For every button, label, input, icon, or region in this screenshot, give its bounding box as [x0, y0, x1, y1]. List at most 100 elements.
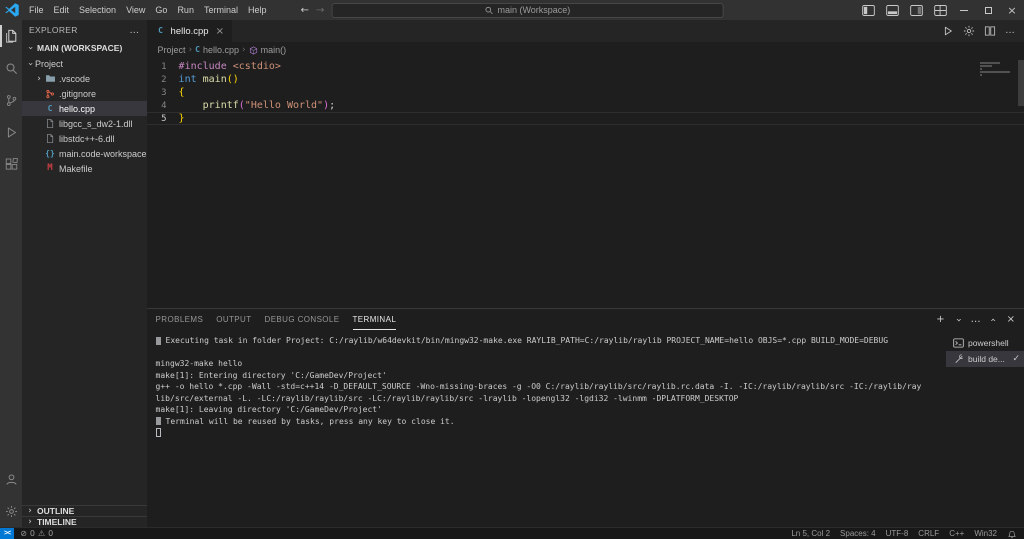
minimize-button[interactable]: [952, 0, 976, 20]
notifications-bell-icon[interactable]: [1007, 529, 1017, 539]
main-area: EXPLORER … › MAIN (WORKSPACE) › Project ›.…: [0, 20, 1024, 527]
file-main-code-workspace[interactable]: {} main.code-workspace: [22, 146, 146, 161]
minimap-line: [980, 74, 982, 76]
file-hello-cpp[interactable]: Chello.cpp: [22, 101, 147, 116]
code-line-4[interactable]: 4 printf("Hello World");: [147, 99, 1024, 112]
section-outline[interactable]: › OUTLINE: [22, 505, 147, 516]
panel-tab-problems[interactable]: PROBLEMS: [156, 309, 204, 330]
file-project[interactable]: › Project: [22, 56, 147, 71]
toggle-panel-icon[interactable]: [880, 0, 904, 20]
status-eol[interactable]: CRLF: [918, 529, 939, 538]
command-center-search[interactable]: main (Workspace): [331, 2, 724, 18]
tools-icon: [953, 354, 964, 364]
toggle-secondary-sidebar-icon[interactable]: [904, 0, 928, 20]
activity-run-and-debug[interactable]: [0, 116, 22, 148]
status-encoding[interactable]: UTF-8: [886, 529, 909, 538]
code-line-5[interactable]: 5}: [146, 112, 1024, 125]
terminal-text: make[1]: Entering directory 'C:/GameDev/…: [155, 370, 387, 380]
account-icon: [5, 473, 18, 486]
terminal-line-6: lib/src/external -L. -LC:/raylib/raylib/…: [156, 393, 946, 405]
menu-selection[interactable]: Selection: [74, 0, 121, 20]
activity-search[interactable]: [0, 52, 22, 84]
code-lines: 1 #include <cstdio> 2 int main() 3{4 printf(…: [146, 60, 1024, 125]
terminal-tab-build-de[interactable]: build de... ✓: [946, 351, 1024, 367]
menu-edit[interactable]: Edit: [49, 0, 75, 20]
activity-source-control[interactable]: [0, 84, 22, 116]
close-panel-icon[interactable]: ×: [1007, 314, 1015, 325]
file-libgcc-s-dw2-1-dll[interactable]: libgcc_s_dw2-1.dll: [22, 116, 147, 131]
menu-run[interactable]: Run: [172, 0, 199, 20]
file-label: .gitignore: [59, 88, 97, 99]
more-actions-icon[interactable]: …: [1005, 26, 1015, 36]
section-label: OUTLINE: [37, 506, 75, 516]
tab-close-icon[interactable]: ×: [216, 26, 224, 37]
breadcrumb-main[interactable]: main(): [249, 45, 286, 55]
new-terminal-icon[interactable]: +: [936, 314, 944, 325]
panel-tab-debug-console[interactable]: DEBUG CONSOLE: [265, 309, 340, 330]
menu-terminal[interactable]: Terminal: [199, 0, 243, 20]
maximize-panel-icon[interactable]: ›: [988, 315, 999, 325]
workspace-section-header[interactable]: › MAIN (WORKSPACE): [22, 40, 147, 56]
status-indentation[interactable]: Spaces: 4: [840, 529, 876, 538]
command-decoration-icon[interactable]: [155, 336, 161, 345]
terminal-tab-powershell[interactable]: powershell: [946, 335, 1024, 351]
panel-body: Executing task in folder Project: C:/ray…: [147, 330, 1024, 527]
problems-status[interactable]: ⊘ 0 ⚠ 0: [14, 529, 59, 538]
nav-forward-icon[interactable]: →: [316, 5, 324, 16]
maximize-button[interactable]: [976, 0, 1000, 20]
terminal-output[interactable]: Executing task in folder Project: C:/ray…: [147, 330, 946, 527]
menu-go[interactable]: Go: [150, 0, 172, 20]
customize-layout-icon[interactable]: [928, 0, 952, 20]
file-label: libstdc++-6.dll: [59, 133, 115, 144]
menu-bar: File Edit Selection View Go Run Terminal Help: [24, 0, 271, 20]
activity-explorer[interactable]: [0, 20, 22, 52]
vscode-window: File Edit Selection View Go Run Terminal Help ←…: [0, 0, 1024, 539]
editor-scrollbar[interactable]: [1018, 60, 1024, 106]
command-decoration-icon[interactable]: [155, 417, 161, 426]
code-line-3[interactable]: 3{: [147, 86, 1024, 99]
code-text: int main(): [178, 74, 239, 85]
close-window-button[interactable]: ×: [1000, 0, 1024, 20]
code-line-2[interactable]: 2 int main(): [147, 73, 1024, 86]
nav-back-icon[interactable]: ←: [301, 5, 309, 16]
split-editor-icon[interactable]: [984, 25, 996, 37]
activity-account[interactable]: [0, 463, 22, 495]
tab-hello-cpp[interactable]: C hello.cpp ×: [146, 20, 232, 42]
toggle-sidebar-icon[interactable]: [856, 0, 880, 20]
breadcrumb-project[interactable]: Project: [158, 45, 186, 55]
terminal-line-8: Terminal will be reused by tasks, press …: [155, 416, 946, 428]
minimap[interactable]: [980, 62, 1010, 77]
activity-extensions[interactable]: [0, 148, 22, 180]
code-line-1[interactable]: 1 #include <cstdio>: [147, 60, 1024, 73]
status-language-mode[interactable]: C++: [949, 529, 964, 538]
menu-help[interactable]: Help: [243, 0, 272, 20]
more-actions-icon[interactable]: …: [971, 314, 981, 325]
status-cpp-configuration[interactable]: Win32: [974, 529, 997, 538]
terminal-line-7: make[1]: Leaving directory 'C:/GameDev/P…: [156, 404, 946, 416]
minimap-line: [980, 65, 992, 67]
terminal-text: lib/src/external -L. -LC:/raylib/raylib/…: [155, 393, 739, 403]
launch-profile-dropdown-icon[interactable]: ›: [953, 315, 964, 325]
section-timeline[interactable]: › TIMELINE: [22, 516, 147, 527]
file-label: hello.cpp: [59, 103, 96, 114]
breadcrumb-hello-cpp[interactable]: Chello.cpp: [195, 45, 239, 55]
status-cursor-position[interactable]: Ln 5, Col 2: [791, 529, 830, 538]
terminal-text: mingw32-make hello: [155, 359, 243, 368]
vscode-app: { "titlebar": { "menus": ["File", "Edit"…: [0, 0, 1024, 539]
settings-gear-icon[interactable]: [963, 25, 975, 37]
explorer-more-actions-icon[interactable]: …: [129, 25, 139, 36]
code-editor[interactable]: 1 #include <cstdio> 2 int main() 3{4 printf(…: [146, 58, 1024, 308]
file-gitignore[interactable]: .gitignore: [22, 86, 147, 101]
panel-tab-terminal[interactable]: TERMINAL: [352, 309, 397, 330]
file-libstdc-6-dll[interactable]: libstdc++-6.dll: [22, 131, 147, 146]
run-button[interactable]: [942, 25, 954, 37]
file-label: .vscode: [59, 73, 91, 84]
menu-file[interactable]: File: [24, 0, 49, 20]
remote-indicator[interactable]: ><: [0, 528, 15, 539]
panel-tab-output[interactable]: OUTPUT: [216, 309, 251, 330]
activity-settings[interactable]: [0, 495, 22, 527]
terminal-line-9: [155, 427, 946, 439]
file-vscode[interactable]: › .vscode: [22, 71, 147, 86]
file-makefile[interactable]: M Makefile: [22, 161, 147, 176]
menu-view[interactable]: View: [121, 0, 150, 20]
